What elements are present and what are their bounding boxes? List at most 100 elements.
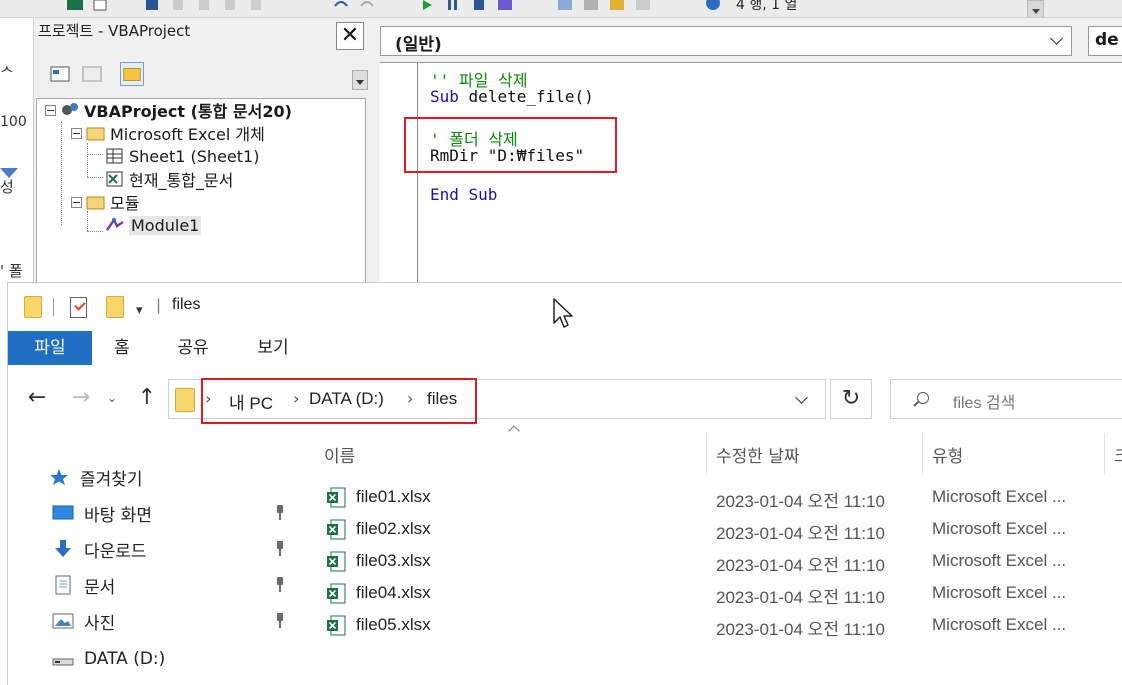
tab-file[interactable]: 파일	[8, 331, 92, 365]
properties-icon[interactable]	[582, 0, 600, 12]
cursor-position-status: 4 행, 1 열	[736, 0, 798, 13]
view-object-icon[interactable]	[80, 62, 104, 86]
tree-label: Module1	[129, 215, 202, 235]
reset-icon[interactable]	[470, 0, 488, 12]
project-explorer-pane: 프로젝트 - VBAProject ✕ VBAProject (통합 문서20)	[34, 18, 368, 288]
nav-item-desktop[interactable]: 바탕 화면	[52, 499, 152, 527]
toolbox-icon[interactable]	[634, 0, 652, 12]
collapse-icon[interactable]	[71, 196, 82, 208]
tree-item-excel-objects[interactable]: Microsoft Excel 개체	[71, 122, 265, 144]
file-row[interactable]: file04.xlsx 2023-01-04 오전 11:10 Microsof…	[306, 579, 1122, 609]
tree-item-sheet1[interactable]: Sheet1 (Sheet1)	[105, 145, 259, 167]
nav-item-label: 다운로드	[84, 541, 147, 562]
module-icon	[105, 217, 124, 231]
view-code-icon[interactable]	[48, 62, 72, 86]
column-header-date[interactable]: 수정한 날짜	[716, 442, 800, 467]
toolbar-overflow-button[interactable]	[1027, 0, 1044, 17]
file-row[interactable]: file01.xlsx 2023-01-04 오전 11:10 Microsof…	[306, 483, 1122, 513]
help-icon[interactable]	[704, 0, 722, 12]
nav-favorites-label: 즐겨찾기	[80, 469, 143, 490]
qat-dropdown-icon[interactable]: ▾	[136, 303, 143, 318]
column-divider[interactable]	[1104, 433, 1105, 475]
tab-share[interactable]: 공유	[162, 331, 224, 365]
column-divider[interactable]	[706, 433, 707, 475]
vba-project-icon	[62, 103, 78, 115]
file-explorer-window: ▾ | files 파일 홈 공유 보기 ← → ⌄ ↑ › 내 PC › DA…	[7, 282, 1122, 685]
code-keyword: Sub	[430, 87, 459, 106]
search-icon	[917, 392, 929, 404]
nav-favorites[interactable]: 즐겨찾기	[48, 463, 143, 491]
project-explorer-icon[interactable]	[556, 0, 574, 12]
file-type: Microsoft Excel ...	[932, 519, 1067, 538]
design-mode-icon[interactable]	[496, 0, 514, 12]
forward-button[interactable]: →	[66, 383, 96, 413]
nav-item-pictures[interactable]: 사진	[52, 607, 115, 635]
strip-text-1: ᄉ	[0, 64, 14, 82]
cut-icon[interactable]	[170, 0, 188, 12]
project-pane-close-button[interactable]: ✕	[336, 22, 364, 50]
properties-check-icon[interactable]	[70, 297, 87, 318]
code-editor[interactable]: '' 파일 삭제 Sub delete_file() ' 폴더 삭제 RmDir…	[380, 62, 1122, 301]
column-divider[interactable]	[922, 433, 923, 475]
redo-icon[interactable]	[358, 0, 376, 12]
pin-icon[interactable]	[274, 505, 286, 521]
project-pane-dropdown[interactable]	[352, 70, 368, 90]
pin-icon[interactable]	[274, 613, 286, 629]
tab-home[interactable]: 홈	[100, 331, 144, 365]
vbe-toolbar: 4 행, 1 열	[0, 0, 1122, 18]
back-button[interactable]: ←	[22, 383, 52, 413]
code-proc-name: delete_file()	[468, 87, 594, 106]
tree-item-thisworkbook[interactable]: 현재_통합_문서	[105, 168, 233, 190]
tab-view[interactable]: 보기	[242, 331, 304, 365]
toggle-folders-icon[interactable]	[120, 62, 144, 86]
object-combobox[interactable]: (일반)	[380, 26, 1072, 56]
file-row[interactable]: file02.xlsx 2023-01-04 오전 11:10 Microsof…	[306, 515, 1122, 545]
excel-view-icon[interactable]	[66, 0, 84, 12]
save-icon[interactable]	[144, 0, 162, 12]
paste-icon[interactable]	[222, 0, 240, 12]
excel-file-icon	[327, 551, 346, 572]
address-dropdown-icon[interactable]	[795, 391, 808, 404]
tree-item-modules[interactable]: 모듈	[71, 191, 139, 213]
run-icon[interactable]	[418, 0, 436, 12]
file-row[interactable]: file05.xlsx 2023-01-04 오전 11:10 Microsof…	[306, 611, 1122, 641]
pictures-icon	[52, 613, 74, 629]
column-header-type[interactable]: 유형	[932, 442, 963, 467]
nav-item-downloads[interactable]: 다운로드	[52, 535, 147, 563]
object-browser-icon[interactable]	[608, 0, 626, 12]
file-date: 2023-01-04 오전 11:10	[716, 588, 885, 607]
folder-icon	[24, 296, 42, 318]
file-date: 2023-01-04 오전 11:10	[716, 524, 885, 543]
pin-icon[interactable]	[274, 577, 286, 593]
collapse-icon[interactable]	[71, 127, 82, 139]
collapse-icon[interactable]	[45, 104, 56, 116]
nav-item-documents[interactable]: 문서	[52, 571, 115, 599]
sort-ascending-icon[interactable]	[508, 425, 520, 437]
column-header-size[interactable]: 크	[1114, 442, 1122, 467]
nav-item-label: 문서	[84, 577, 116, 598]
recent-locations-button[interactable]: ⌄	[102, 383, 122, 413]
break-icon[interactable]	[444, 0, 462, 12]
tree-label: Microsoft Excel 개체	[110, 125, 265, 144]
find-icon[interactable]	[248, 0, 266, 12]
folder-open-icon	[86, 127, 105, 141]
refresh-button[interactable]: ↻	[830, 379, 872, 419]
excel-file-icon	[327, 519, 346, 540]
nav-item-data-drive[interactable]: DATA (D:)	[52, 645, 165, 673]
documents-icon	[55, 575, 71, 595]
tree-item-module1[interactable]: Module1	[105, 214, 202, 236]
workbook-icon	[106, 171, 123, 187]
new-folder-icon[interactable]	[106, 296, 124, 318]
tree-item-vbaproject[interactable]: VBAProject (통합 문서20)	[45, 99, 292, 121]
tree-label: 현재_통합_문서	[129, 171, 234, 190]
code-gutter[interactable]	[380, 63, 418, 301]
procedure-combobox[interactable]: de	[1088, 26, 1122, 56]
file-row[interactable]: file03.xlsx 2023-01-04 오전 11:10 Microsof…	[306, 547, 1122, 577]
pin-icon[interactable]	[274, 541, 286, 557]
insert-module-icon[interactable]	[92, 0, 110, 12]
up-button[interactable]: ↑	[132, 383, 162, 413]
search-input[interactable]: files 검색	[890, 379, 1122, 419]
undo-icon[interactable]	[332, 0, 350, 12]
column-header-name[interactable]: 이름	[324, 442, 355, 467]
copy-icon[interactable]	[196, 0, 214, 12]
